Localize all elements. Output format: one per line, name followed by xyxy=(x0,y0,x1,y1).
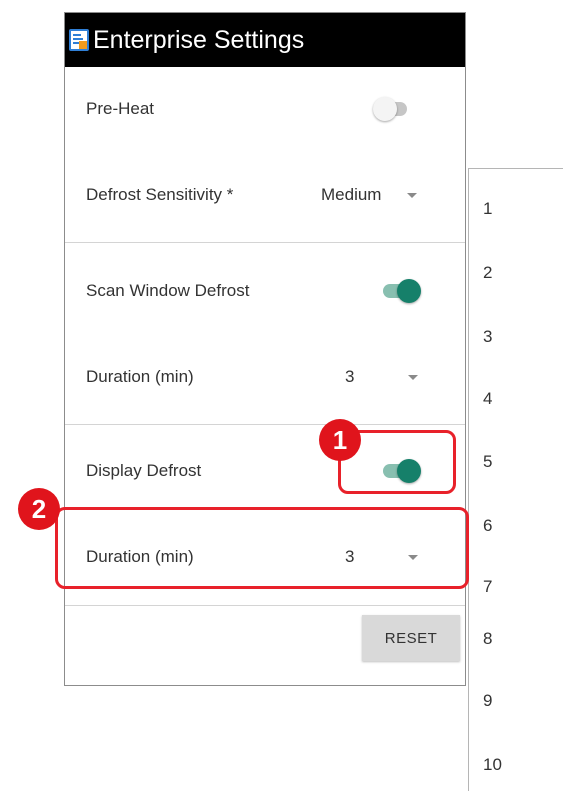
display-defrost-label: Display Defrost xyxy=(86,461,202,480)
annotation-badge-1: 1 xyxy=(319,419,361,461)
dropdown-option[interactable]: 1 xyxy=(483,199,492,219)
dropdown-option[interactable]: 4 xyxy=(483,389,492,409)
dropdown-option[interactable]: 2 xyxy=(483,263,492,283)
reset-button[interactable]: RESET xyxy=(362,615,460,661)
defrost-sensitivity-row[interactable]: Defrost Sensitivity * Medium xyxy=(65,165,465,225)
dropdown-option[interactable]: 3 xyxy=(483,327,492,347)
annotation-highlight-2 xyxy=(55,507,469,589)
pre-heat-toggle[interactable] xyxy=(373,96,413,122)
dropdown-option[interactable]: 10 xyxy=(483,755,502,775)
defrost-sensitivity-value: Medium xyxy=(321,185,382,204)
dropdown-option[interactable]: 5 xyxy=(483,452,492,472)
dropdown-option[interactable]: 7 xyxy=(483,577,492,597)
section-divider xyxy=(65,424,465,425)
defrost-sensitivity-label: Defrost Sensitivity * xyxy=(86,185,234,204)
annotation-badge-2: 2 xyxy=(18,488,60,530)
toggle-thumb xyxy=(373,97,397,121)
scan-window-defrost-toggle[interactable] xyxy=(381,278,421,304)
section-divider xyxy=(65,242,465,243)
scan-duration-label: Duration (min) xyxy=(86,367,194,386)
dropdown-option[interactable]: 9 xyxy=(483,691,492,711)
scan-duration-value: 3 xyxy=(345,367,355,386)
app-settings-icon xyxy=(69,29,89,51)
duration-dropdown-list: 1 2 3 4 5 6 7 8 9 10 xyxy=(468,168,563,791)
screenshot-canvas: Enterprise Settings Pre-Heat Defrost Sen… xyxy=(0,0,563,791)
section-divider xyxy=(65,605,465,606)
scan-duration-row[interactable]: Duration (min) 3 xyxy=(65,347,465,407)
title-bar: Enterprise Settings xyxy=(65,13,465,67)
window-title: Enterprise Settings xyxy=(93,25,305,54)
scan-window-defrost-label: Scan Window Defrost xyxy=(86,281,250,300)
pre-heat-row[interactable]: Pre-Heat xyxy=(65,79,465,139)
scan-window-defrost-row[interactable]: Scan Window Defrost xyxy=(65,261,465,321)
pre-heat-label: Pre-Heat xyxy=(86,99,155,118)
toggle-thumb xyxy=(397,279,421,303)
dropdown-option[interactable]: 8 xyxy=(483,629,492,649)
chevron-down-icon xyxy=(407,193,417,198)
chevron-down-icon xyxy=(408,375,418,380)
dropdown-option[interactable]: 6 xyxy=(483,516,492,536)
